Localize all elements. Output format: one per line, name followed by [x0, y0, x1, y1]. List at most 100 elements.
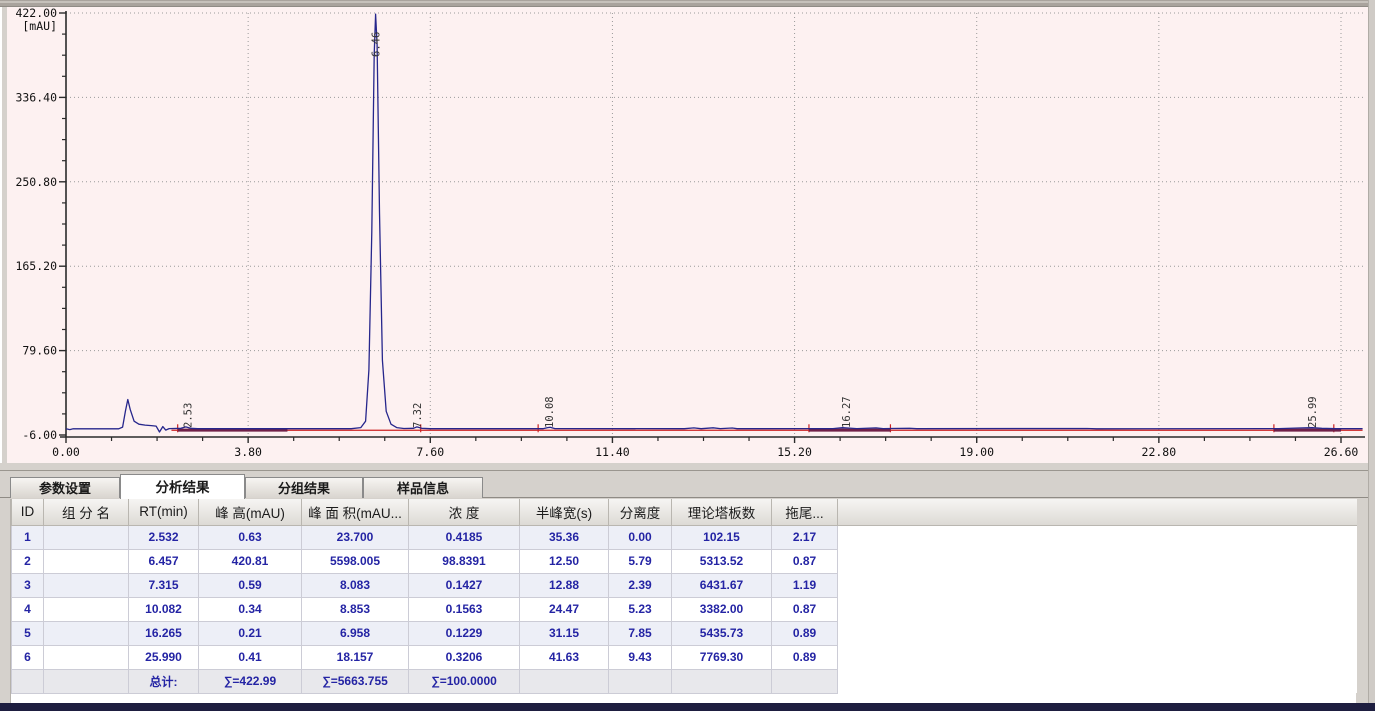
table-cell: 8.853: [302, 597, 409, 621]
totals-cell: [672, 669, 772, 693]
table-cell: 9.43: [609, 645, 672, 669]
table-cell: 7769.30: [672, 645, 772, 669]
svg-text:422.00: 422.00: [15, 6, 57, 20]
table-row[interactable]: 12.5320.6323.7000.418535.360.00102.152.1…: [12, 525, 1357, 549]
table-row[interactable]: 516.2650.216.9580.122931.157.855435.730.…: [12, 621, 1357, 645]
header-filler: [838, 499, 1357, 525]
svg-text:19.00: 19.00: [959, 445, 994, 459]
totals-cell: ∑=5663.755: [302, 669, 409, 693]
table-cell: 3382.00: [672, 597, 772, 621]
table-cell: 4: [12, 597, 44, 621]
table-cell: 41.63: [520, 645, 609, 669]
table-cell: 7.85: [609, 621, 672, 645]
svg-text:79.60: 79.60: [22, 344, 57, 358]
table-cell: 5313.52: [672, 549, 772, 573]
table-cell: 23.700: [302, 525, 409, 549]
table-cell: 12.50: [520, 549, 609, 573]
peak-rt-label: 2.53: [182, 403, 194, 428]
column-header[interactable]: 分离度: [609, 499, 672, 525]
table-cell: [44, 621, 129, 645]
table-cell: 0.89: [772, 645, 838, 669]
table-cell: 5: [12, 621, 44, 645]
table-cell: [44, 549, 129, 573]
table-cell: 25.990: [129, 645, 199, 669]
table-cell: [44, 597, 129, 621]
table-cell: 6.457: [129, 549, 199, 573]
table-cell: 3: [12, 573, 44, 597]
svg-text:3.80: 3.80: [234, 445, 262, 459]
totals-cell: [609, 669, 672, 693]
table-cell: 2.17: [772, 525, 838, 549]
table-row[interactable]: 26.457420.815598.00598.839112.505.795313…: [12, 549, 1357, 573]
window-bottom-bar: [0, 703, 1375, 711]
column-header[interactable]: 浓 度: [409, 499, 520, 525]
results-table-wrap: ID组 分 名RT(min)峰 高(mAU)峰 面 积(mAU...浓 度半峰宽…: [10, 499, 1356, 711]
row-filler: [838, 573, 1357, 597]
table-cell: 35.36: [520, 525, 609, 549]
table-row[interactable]: 410.0820.348.8530.156324.475.233382.000.…: [12, 597, 1357, 621]
table-row[interactable]: 37.3150.598.0830.142712.882.396431.671.1…: [12, 573, 1357, 597]
table-cell: [44, 645, 129, 669]
svg-text:22.80: 22.80: [1142, 445, 1177, 459]
column-header[interactable]: RT(min): [129, 499, 199, 525]
tab-bar: 参数设置 分析结果 分组结果 样品信息: [0, 474, 1375, 498]
table-cell: 0.59: [199, 573, 302, 597]
table-cell: 0.87: [772, 549, 838, 573]
table-cell: 0.1427: [409, 573, 520, 597]
table-cell: 24.47: [520, 597, 609, 621]
table-cell: 0.3206: [409, 645, 520, 669]
table-cell: 5435.73: [672, 621, 772, 645]
chromatogram-panel: 422.00336.40250.80165.2079.60-6.00[mAU]0…: [0, 0, 1375, 463]
table-cell: 5.79: [609, 549, 672, 573]
table-cell: 1.19: [772, 573, 838, 597]
table-cell: 6: [12, 645, 44, 669]
table-row[interactable]: 625.9900.4118.1570.320641.639.437769.300…: [12, 645, 1357, 669]
table-cell: 12.88: [520, 573, 609, 597]
svg-text:26.60: 26.60: [1324, 445, 1359, 459]
table-cell: 6.958: [302, 621, 409, 645]
column-header[interactable]: 拖尾...: [772, 499, 838, 525]
column-header[interactable]: 半峰宽(s): [520, 499, 609, 525]
svg-text:165.20: 165.20: [15, 259, 57, 273]
table-cell: [44, 525, 129, 549]
table-cell: 8.083: [302, 573, 409, 597]
tab-sample-info[interactable]: 样品信息: [363, 477, 483, 498]
table-cell: 0.1563: [409, 597, 520, 621]
totals-cell: [12, 669, 44, 693]
tab-parameter-settings[interactable]: 参数设置: [10, 477, 120, 498]
table-cell: 2.39: [609, 573, 672, 597]
table-cell: 5.23: [609, 597, 672, 621]
table-cell: 102.15: [672, 525, 772, 549]
column-header[interactable]: 峰 面 积(mAU...: [302, 499, 409, 525]
table-cell: 0.21: [199, 621, 302, 645]
svg-text:11.40: 11.40: [595, 445, 630, 459]
column-header[interactable]: 理论塔板数: [672, 499, 772, 525]
row-filler: [838, 645, 1357, 669]
chromatogram-plot[interactable]: 422.00336.40250.80165.2079.60-6.00[mAU]0…: [0, 0, 1375, 463]
table-cell: 31.15: [520, 621, 609, 645]
y-axis-unit-label: [mAU]: [22, 19, 57, 33]
totals-cell: [44, 669, 129, 693]
tab-group-results[interactable]: 分组结果: [245, 477, 363, 498]
totals-cell: [772, 669, 838, 693]
results-table: ID组 分 名RT(min)峰 高(mAU)峰 面 积(mAU...浓 度半峰宽…: [11, 499, 1357, 694]
peak-rt-label: 25.99: [1307, 396, 1319, 428]
row-filler: [838, 549, 1357, 573]
row-filler: [838, 525, 1357, 549]
peak-rt-label: 10.08: [544, 396, 556, 428]
column-header[interactable]: 组 分 名: [44, 499, 129, 525]
table-header-row: ID组 分 名RT(min)峰 高(mAU)峰 面 积(mAU...浓 度半峰宽…: [12, 499, 1357, 525]
column-header[interactable]: 峰 高(mAU): [199, 499, 302, 525]
column-header[interactable]: ID: [12, 499, 44, 525]
svg-text:15.20: 15.20: [777, 445, 812, 459]
panel-divider: [0, 470, 1375, 471]
tab-analysis-results[interactable]: 分析结果: [120, 474, 245, 499]
table-cell: 0.1229: [409, 621, 520, 645]
svg-text:0.00: 0.00: [52, 445, 80, 459]
totals-cell: [520, 669, 609, 693]
row-filler: [838, 597, 1357, 621]
results-panel: 参数设置 分析结果 分组结果 样品信息 ID组 分 名RT(min)峰 高(mA…: [0, 463, 1375, 703]
row-filler: [838, 669, 1357, 693]
peak-rt-label: 16.27: [841, 396, 853, 428]
table-cell: 0.00: [609, 525, 672, 549]
